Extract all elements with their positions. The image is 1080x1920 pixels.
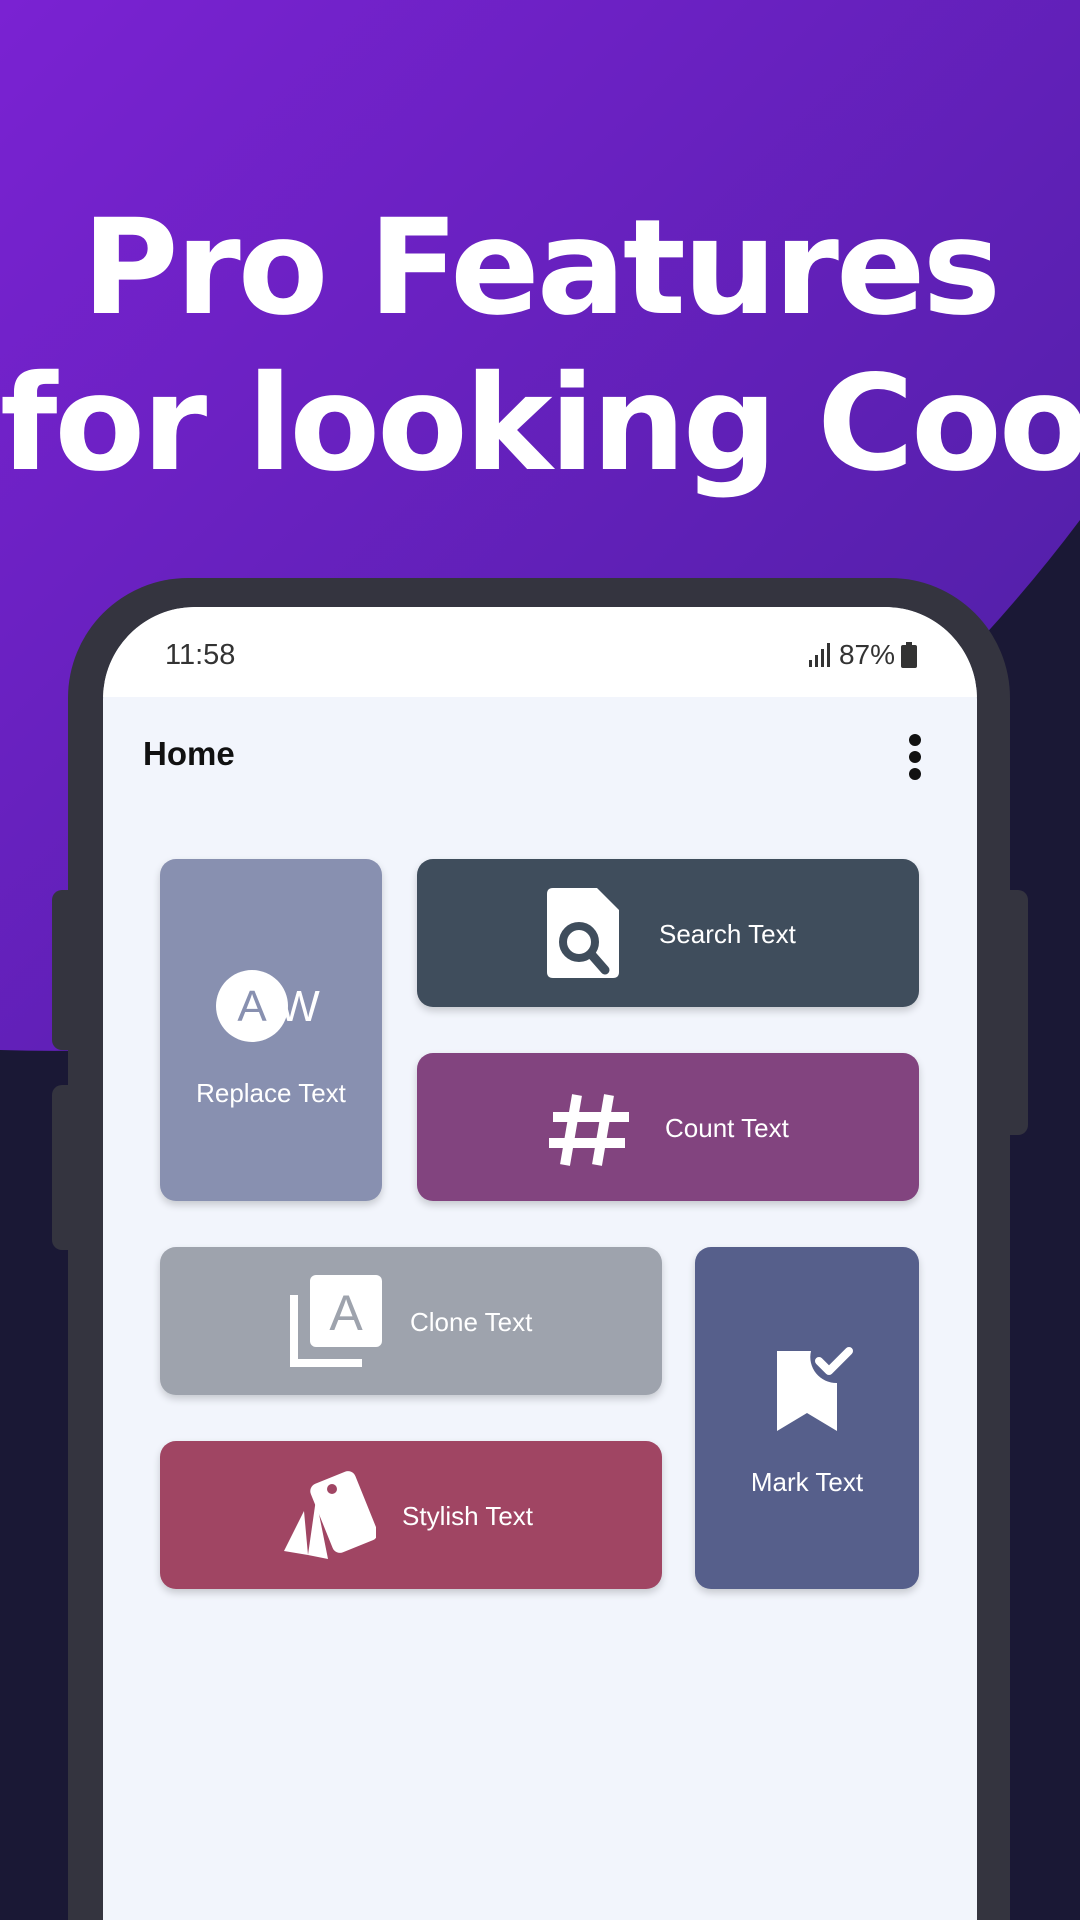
- headline: Pro Features for looking Cool: [0, 190, 1080, 502]
- page-title: Home: [143, 735, 235, 772]
- status-indicators: 87%: [807, 639, 917, 671]
- signal-icon: [808, 643, 830, 667]
- clone-text-label: Clone Text: [410, 1307, 533, 1337]
- count-text-label: Count Text: [665, 1113, 789, 1143]
- replace-text-button[interactable]: A W Replace Text: [160, 859, 382, 1201]
- promo-page: Pro Features for looking Cool 11:58 87%: [0, 0, 1080, 1920]
- stylish-text-label: Stylish Text: [402, 1501, 534, 1531]
- mark-text-button[interactable]: Mark Text: [695, 1247, 919, 1589]
- mark-text-label: Mark Text: [750, 1467, 864, 1497]
- search-document-icon: [547, 888, 619, 978]
- status-bar: 11:58 87%: [103, 607, 977, 697]
- svg-text:W: W: [278, 982, 320, 1031]
- replace-text-label: Replace Text: [196, 1078, 346, 1108]
- headline-line-1: Pro Features: [81, 191, 1001, 345]
- hash-icon: [549, 1094, 629, 1166]
- replace-text-icon: A W: [216, 970, 320, 1042]
- battery-percent: 87%: [838, 639, 895, 670]
- phone-screen: 11:58 87% Home A W Replace Text Search T…: [103, 607, 977, 1920]
- clone-layers-icon: A: [290, 1275, 382, 1367]
- status-time: 11:58: [165, 639, 236, 671]
- bookmark-check-icon: [777, 1347, 853, 1431]
- battery-icon: [901, 642, 917, 668]
- search-text-button[interactable]: Search Text: [417, 859, 919, 1007]
- svg-text:A: A: [237, 982, 267, 1031]
- headline-line-2: for looking Cool: [0, 347, 1080, 501]
- more-options-icon[interactable]: [903, 732, 927, 782]
- search-text-label: Search Text: [659, 919, 796, 949]
- stylish-text-button[interactable]: Stylish Text: [160, 1441, 662, 1589]
- color-swatch-icon: [284, 1471, 376, 1559]
- svg-text:A: A: [329, 1285, 363, 1341]
- clone-text-button[interactable]: A Clone Text: [160, 1247, 662, 1395]
- count-text-button[interactable]: Count Text: [417, 1053, 919, 1201]
